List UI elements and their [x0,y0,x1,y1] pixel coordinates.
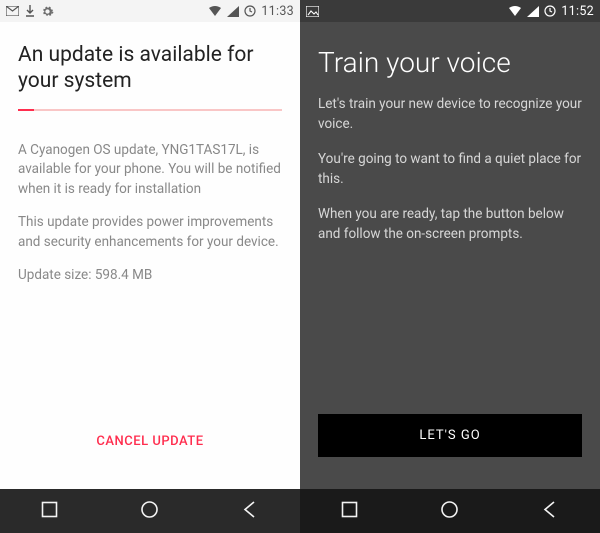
status-bar: 11:52 [300,0,600,22]
progress-bar [18,109,282,111]
download-icon [25,5,35,17]
image-icon [306,6,319,17]
page-title: Train your voice [318,46,582,79]
wifi-icon [208,6,222,17]
phone-voice-screen: 11:52 Train your voice Let's train your … [300,0,600,533]
battery-icon [244,5,256,17]
nav-bar [0,489,300,533]
lets-go-button[interactable]: LET'S GO [318,414,582,457]
phone-update-screen: 11:33 An update is available for your sy… [0,0,300,533]
voice-description-3: When you are ready, tap the button below… [318,205,582,244]
battery-icon [544,5,556,17]
signal-icon [527,6,539,17]
clock-text: 11:33 [261,4,294,19]
status-bar: 11:33 [0,0,300,22]
nav-bar [300,489,600,533]
home-button[interactable] [440,500,459,523]
back-button[interactable] [242,501,259,522]
home-button[interactable] [140,500,159,523]
update-description-2: This update provides power improvements … [18,213,282,252]
voice-description-2: You're going to want to find a quiet pla… [318,150,582,189]
wifi-icon [508,6,522,17]
update-description-1: A Cyanogen OS update, YNG1TAS17L, is ava… [18,141,282,200]
recent-apps-button[interactable] [41,501,58,522]
cancel-update-button[interactable]: CANCEL UPDATE [18,420,282,479]
update-content: An update is available for your system A… [0,22,300,489]
back-button[interactable] [542,501,559,522]
clock-text: 11:52 [561,4,594,19]
gear-icon [41,5,54,18]
voice-description-1: Let's train your new device to recognize… [318,95,582,134]
voice-content: Train your voice Let's train your new de… [300,22,600,489]
mail-icon [6,6,19,16]
recent-apps-button[interactable] [341,501,358,522]
page-title: An update is available for your system [18,42,282,95]
update-size: Update size: 598.4 MB [18,266,282,286]
signal-icon [227,6,239,17]
